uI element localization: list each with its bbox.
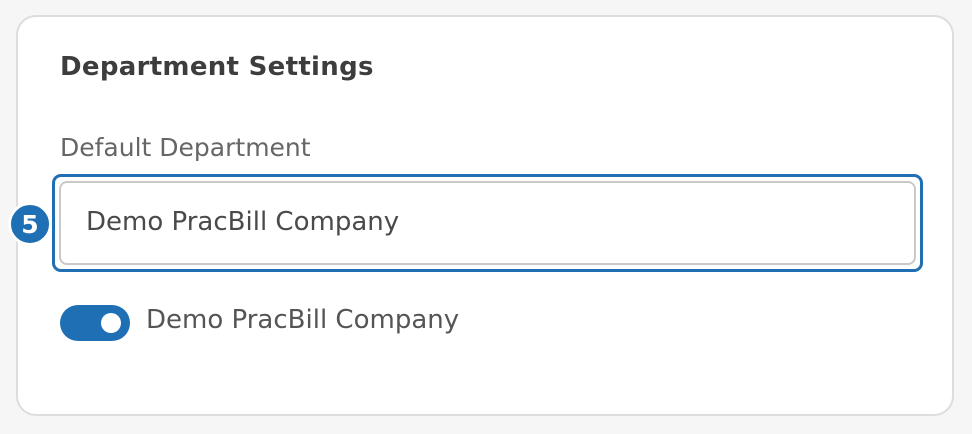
department-toggle-switch[interactable] [60,305,130,341]
department-toggle-label: Demo PracBill Company [146,305,460,335]
step-number-badge: 5 [8,202,52,246]
toggle-knob [101,313,121,333]
default-department-select[interactable]: Demo PracBill Company [59,181,916,265]
section-title: Department Settings [60,52,374,82]
department-settings-card: Department Settings Default Department D… [8,15,954,416]
default-department-value: Demo PracBill Company [86,207,400,237]
default-department-label: Default Department [60,133,311,162]
